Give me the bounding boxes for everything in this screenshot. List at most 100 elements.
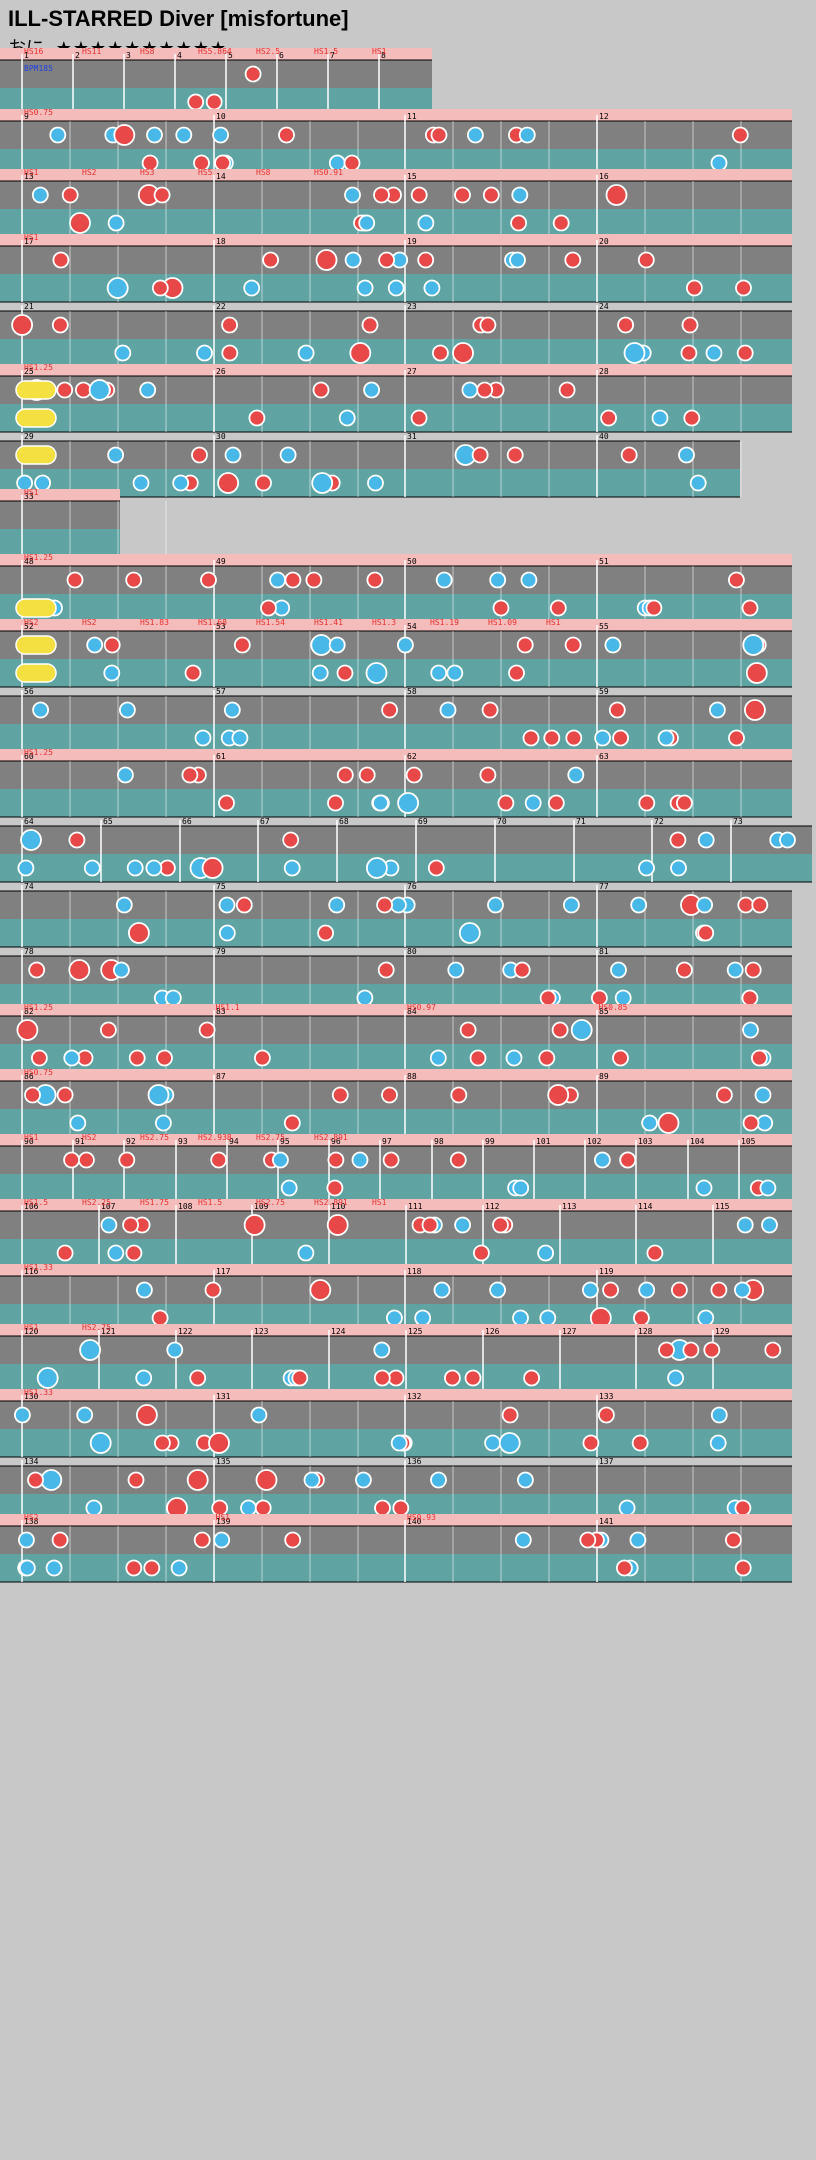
measure-number: 112 [485,1202,500,1211]
don-note [735,279,752,297]
ka-note [505,1049,523,1067]
measure-number: 57 [216,687,226,696]
don-note [506,446,524,464]
hs-band [0,1514,792,1526]
ka-note [250,1406,268,1424]
don-note [315,249,338,271]
don-note [151,279,169,297]
don-note [378,251,396,269]
don-note [638,794,656,812]
ka-note [367,474,384,492]
ka-note [618,1499,636,1517]
measure-number: 31 [407,432,417,441]
ka-note [461,381,479,399]
ka-note [670,859,687,877]
don-note [283,1114,301,1132]
ka-note [570,1019,593,1041]
chart-row: 116 117 118 119HS1.33 [0,1263,792,1333]
ka-note [458,922,481,944]
measure-number: 76 [407,882,417,891]
chart-row: 1 2 3 4 5 6 7 8HS16 HS11 HS8 HS5.864 HS2.5 HS1.5 HS1 [0,47,432,117]
ka-note [567,766,585,784]
lane-bottom [0,919,792,947]
don-note [737,896,755,914]
measure-number: 108 [178,1202,193,1211]
ka-note [86,636,104,654]
hs-label: HS2 [24,1513,39,1522]
ka-note [311,664,329,682]
don-note [127,922,150,944]
ka-note [303,1471,321,1489]
hs-label: HS1.3 [372,618,396,627]
don-note [128,1049,146,1067]
chart-row: 138 139 140 141HS2 HS1 HS0.93 [0,1513,792,1583]
don-note [734,1559,752,1577]
don-note [244,65,262,83]
ka-note [218,924,236,942]
don-note [69,212,91,234]
hs-band [0,1389,792,1401]
measure-number: 2 [75,51,80,60]
ka-note [604,636,622,654]
measure-number: 117 [216,1267,231,1276]
don-note [745,662,768,684]
don-note [427,859,445,877]
measure-number: 101 [536,1137,551,1146]
don-note [510,214,527,232]
ka-note [430,664,448,682]
hs-label: HS1.33 [24,1388,53,1397]
measure-number: 27 [407,367,417,376]
don-note [204,1281,222,1299]
hs-label: HS0.91 [314,168,343,177]
ka-note [344,186,361,204]
don-note [31,1049,48,1067]
don-note [331,1086,349,1104]
ka-note [194,729,212,747]
ka-note [489,571,507,589]
ka-note [106,277,129,299]
don-note [616,1559,633,1577]
don-note [262,251,280,269]
don-note [605,184,628,206]
don-note [637,251,655,269]
ka-note [537,1244,554,1262]
don-note [218,794,235,812]
chart-row: 29 30 31 40 [0,432,742,498]
don-note [327,794,344,812]
don-note [56,1244,74,1262]
don-note [549,599,567,617]
don-note [255,474,272,492]
measure-number: 69 [418,817,428,826]
measure-number: 58 [407,687,417,696]
hs-label: HS1.5 [314,47,338,56]
ka-note [779,831,796,849]
hs-label: HS1 [24,233,39,242]
measure-number: 4 [177,51,182,60]
don-note [459,1021,477,1039]
measure-number: 88 [407,1072,417,1081]
hs-label: HS2.25 [82,1198,111,1207]
drumroll-note [15,663,57,683]
lane-top [0,1401,792,1429]
don-note [431,344,449,362]
don-note [452,342,474,364]
ka-note [514,1531,532,1549]
ka-note [742,1021,759,1039]
don-note [153,186,171,204]
chart-row: 52 53 54 55HS2 HS2 HS1.83 HS1.68 HS1.54 HS1.41 HS… [0,618,792,688]
ka-note [32,701,49,719]
ka-note [509,251,526,269]
don-note [358,766,376,784]
don-note [377,961,395,979]
don-note [430,126,448,144]
don-note [151,1309,169,1327]
don-note [284,571,302,589]
don-note [676,961,693,979]
don-note [78,1151,95,1169]
measure-number: 11 [407,112,417,121]
ka-note [498,1432,521,1454]
ka-note [218,896,236,914]
measure-number: 81 [599,947,609,956]
hs-label: HS2 [82,168,97,177]
measure-number: 56 [24,687,34,696]
